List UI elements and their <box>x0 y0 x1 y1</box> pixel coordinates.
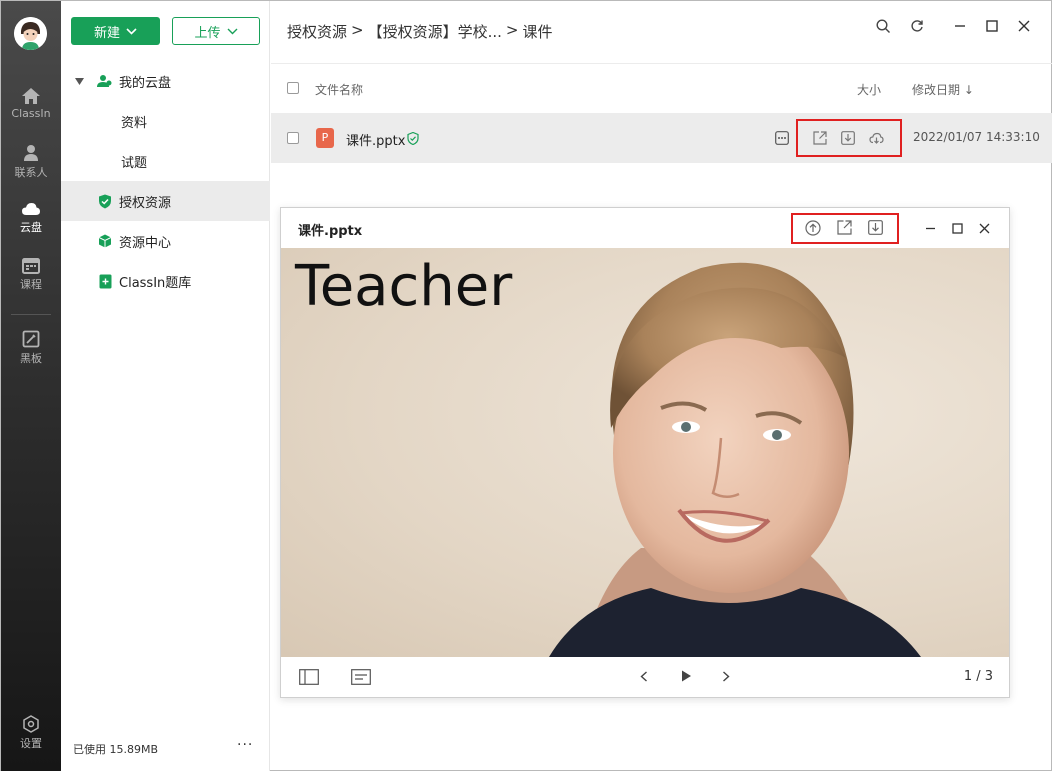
cube-icon <box>97 233 113 249</box>
chevron-down-icon <box>126 27 137 35</box>
more-options-icon[interactable] <box>775 131 789 145</box>
highlight-box-preview-actions <box>791 213 899 244</box>
rail-label: 设置 <box>20 737 42 750</box>
rail-label: 黑板 <box>20 352 42 365</box>
file-checkbox[interactable] <box>287 132 299 144</box>
file-row[interactable]: P 课件.pptx 2022/01/07 14:33:10 <box>271 113 1052 163</box>
tree-label: 我的云盘 <box>119 75 172 91</box>
app-window: ClassIn 联系人 云盘 课程 黑板 设置 新建 上传 我的云盘 资料 试题… <box>0 0 1052 771</box>
tree-item-materials[interactable]: 资料 <box>61 101 270 141</box>
blackboard-icon <box>22 330 40 348</box>
pptx-file-icon: P <box>316 128 334 148</box>
column-modified[interactable]: 修改日期 ↓ <box>912 81 974 98</box>
refresh-button[interactable] <box>906 15 928 37</box>
close-button[interactable] <box>1013 15 1035 37</box>
rail-settings[interactable]: 设置 <box>1 715 61 765</box>
close-icon[interactable] <box>979 223 990 234</box>
collapse-triangle-icon[interactable] <box>75 77 84 85</box>
tree-item-resource-center[interactable]: 资源中心 <box>61 221 270 261</box>
settings-icon <box>23 715 39 733</box>
rail-label: 云盘 <box>20 221 42 234</box>
highlight-box-row-actions <box>796 119 902 157</box>
new-button[interactable]: 新建 <box>71 17 160 45</box>
column-size[interactable]: 大小 <box>857 81 881 98</box>
breadcrumb-separator: > <box>351 21 364 39</box>
tree-label: 资源中心 <box>119 235 172 251</box>
slide-title: Teacher <box>295 254 513 319</box>
upload-button[interactable]: 上传 <box>172 17 260 45</box>
notes-icon[interactable] <box>351 669 371 685</box>
thumbnail-panel-icon[interactable] <box>299 669 319 685</box>
previous-slide-icon[interactable] <box>640 671 648 682</box>
search-icon <box>875 18 890 33</box>
rail-label: ClassIn <box>11 107 51 120</box>
preview-window: 课件.pptx Teacher 1 / 3 <box>280 207 1010 698</box>
verified-icon <box>407 132 419 145</box>
refresh-icon <box>911 20 923 32</box>
preview-footer: 1 / 3 <box>281 657 1009 697</box>
tree-label: 资料 <box>121 115 148 131</box>
tree-label: 试题 <box>121 155 148 171</box>
avatar[interactable] <box>14 17 47 50</box>
rail-divider <box>11 314 51 315</box>
contacts-icon <box>24 145 38 161</box>
close-icon <box>1018 20 1030 32</box>
breadcrumb: 授权资源 > 【授权资源】学校... > 课件 <box>287 21 553 42</box>
rail-course[interactable]: 课程 <box>1 256 61 306</box>
breadcrumb-item[interactable]: 【授权资源】学校... <box>368 21 502 42</box>
preview-title: 课件.pptx <box>298 224 363 239</box>
left-rail: ClassIn 联系人 云盘 课程 黑板 设置 <box>1 1 61 771</box>
tree-item-authorized[interactable]: 授权资源 <box>61 181 270 221</box>
tree-label: 授权资源 <box>119 195 172 211</box>
chevron-down-icon <box>227 28 237 34</box>
rail-blackboard[interactable]: 黑板 <box>1 330 61 380</box>
maximize-button[interactable] <box>981 15 1003 37</box>
folder-tree-panel: 新建 上传 我的云盘 资料 试题 授权资源 资源中心 ClassIn题库 已使用… <box>61 1 270 771</box>
shield-check-icon <box>97 193 113 209</box>
file-name[interactable]: 课件.pptx <box>346 130 405 149</box>
maximize-icon[interactable] <box>952 223 963 234</box>
rail-cloud[interactable]: 云盘 <box>1 201 61 251</box>
file-list-header: 文件名称 大小 修改日期 ↓ <box>271 63 1052 112</box>
page-indicator: 1 / 3 <box>963 669 993 684</box>
new-button-label: 新建 <box>93 25 120 41</box>
rail-contacts[interactable]: 联系人 <box>1 144 61 194</box>
tree-item-question-bank[interactable]: ClassIn题库 <box>61 261 270 301</box>
breadcrumb-separator: > <box>505 21 519 39</box>
tree-label: ClassIn题库 <box>119 275 192 291</box>
home-icon <box>22 88 40 104</box>
users-icon <box>97 73 113 89</box>
tree-item-questions[interactable]: 试题 <box>61 141 270 181</box>
file-modified: 2022/01/07 14:33:10 <box>913 130 1040 144</box>
main-content: 授权资源 > 【授权资源】学校... > 课件 文件名称 大小 修改日期 ↓ P… <box>271 1 1052 771</box>
rail-label: 课程 <box>20 278 42 291</box>
rail-classin[interactable]: ClassIn <box>1 87 61 137</box>
book-icon <box>97 273 113 289</box>
storage-used: 已使用 15.89MB <box>73 743 159 756</box>
next-slide-icon[interactable] <box>722 671 730 682</box>
column-name[interactable]: 文件名称 <box>315 81 363 98</box>
select-all-checkbox[interactable] <box>287 82 299 94</box>
upload-button-label: 上传 <box>194 25 221 41</box>
maximize-icon <box>986 20 998 32</box>
slide-canvas: Teacher <box>281 248 1009 657</box>
cloud-icon <box>22 203 40 215</box>
breadcrumb-current: 课件 <box>522 23 553 41</box>
tree-item-my-drive[interactable]: 我的云盘 <box>61 61 270 101</box>
breadcrumb-item[interactable]: 授权资源 <box>287 21 347 42</box>
minimize-icon <box>955 25 965 27</box>
more-button[interactable]: ··· <box>237 737 253 753</box>
search-button[interactable] <box>872 15 894 37</box>
minimize-icon[interactable] <box>925 223 936 234</box>
rail-label: 联系人 <box>14 166 48 179</box>
play-icon[interactable] <box>681 670 692 682</box>
minimize-button[interactable] <box>949 15 971 37</box>
calendar-icon <box>22 258 40 274</box>
